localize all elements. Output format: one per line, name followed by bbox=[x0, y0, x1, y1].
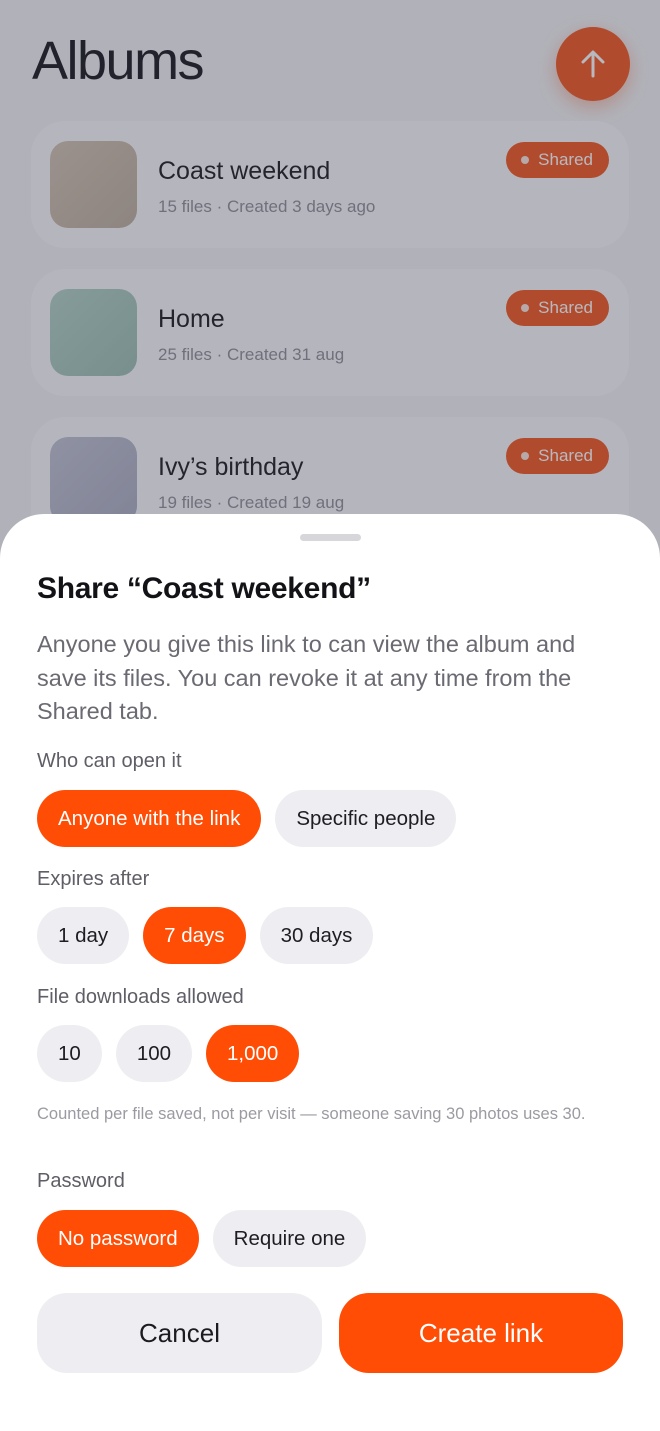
password-label: Password bbox=[37, 1170, 125, 1192]
chip-no-password[interactable]: No password bbox=[37, 1210, 199, 1267]
expiry-label: Expires after bbox=[37, 868, 150, 890]
chip-require-password[interactable]: Require one bbox=[212, 1210, 367, 1267]
create-link-button[interactable]: Create link bbox=[339, 1293, 623, 1373]
chip-specific-people[interactable]: Specific people bbox=[275, 790, 457, 847]
access-options: Anyone with the link Specific people bbox=[37, 790, 457, 847]
chip-expiry-30-days[interactable]: 30 days bbox=[259, 907, 374, 964]
sheet-description: Anyone you give this link to can view th… bbox=[37, 631, 576, 724]
sheet-grabber[interactable] bbox=[300, 534, 361, 541]
sheet-title: Share “Coast weekend” bbox=[37, 572, 371, 605]
cancel-button[interactable]: Cancel bbox=[37, 1293, 322, 1373]
chip-anyone-with-link[interactable]: Anyone with the link bbox=[37, 790, 262, 847]
chip-downloads-1000[interactable]: 1,000 bbox=[206, 1025, 300, 1082]
downloads-options: 10 100 1,000 bbox=[37, 1025, 300, 1082]
chip-expiry-1-day[interactable]: 1 day bbox=[37, 907, 130, 964]
chip-downloads-10[interactable]: 10 bbox=[37, 1025, 102, 1082]
share-sheet: Share “Coast weekend” Anyone you give th… bbox=[0, 514, 660, 1431]
expiry-options: 1 day 7 days 30 days bbox=[37, 907, 374, 964]
downloads-hint: Counted per file saved, not per visit — … bbox=[37, 1105, 586, 1123]
password-options: No password Require one bbox=[37, 1210, 367, 1267]
chip-downloads-100[interactable]: 100 bbox=[115, 1025, 193, 1082]
chip-expiry-7-days[interactable]: 7 days bbox=[143, 907, 246, 964]
downloads-label: File downloads allowed bbox=[37, 986, 244, 1008]
access-label: Who can open it bbox=[37, 750, 182, 772]
